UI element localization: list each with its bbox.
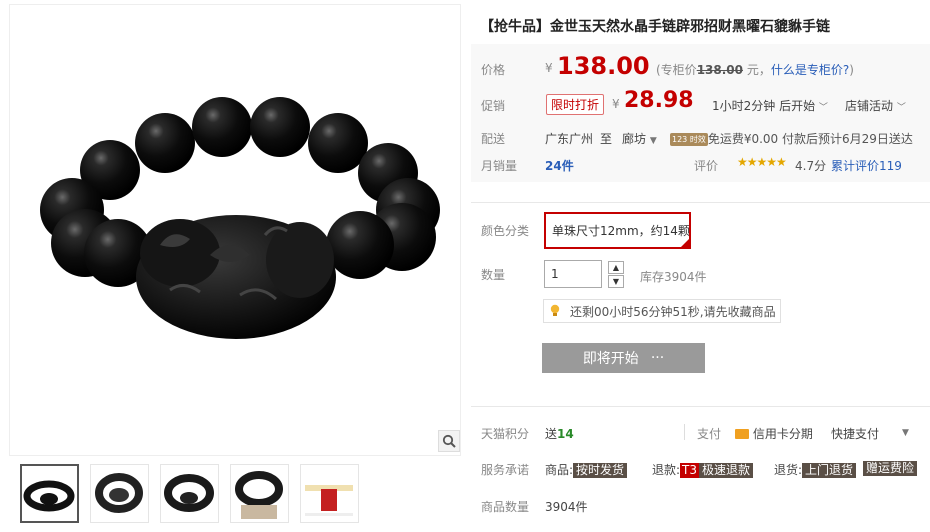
service-item-return[interactable]: 退货: 上门退货 (774, 461, 857, 478)
credit-installment-option[interactable]: 信用卡分期 (735, 425, 813, 442)
payment-label: 支付 (697, 427, 722, 441)
section-divider (471, 202, 930, 203)
promo-currency: ¥ (612, 97, 620, 111)
color-option-selected[interactable]: 单珠尺寸12mm，约14颗 (544, 212, 691, 249)
caret-down-icon[interactable]: ▼ (902, 428, 909, 438)
favorite-tip: 还剩00小时56分钟51秒,请先收藏商品 (543, 299, 781, 323)
rating-stars-icon: ★★★★★ (737, 155, 787, 169)
cumulative-reviews-link[interactable]: 累计评价119 (831, 157, 902, 174)
thumbnail-1[interactable] (20, 464, 79, 523)
countdown-tip-text: 还剩00小时56分钟51秒,请先收藏商品 (570, 304, 776, 319)
service-promise-label: 服务承诺 (481, 463, 530, 477)
price-note: (专柜价138.00 元，什么是专柜价?) (656, 63, 854, 77)
bracelet-image (40, 97, 440, 339)
tmall-points-value: 送14 (545, 427, 574, 441)
color-option-text: 单珠尺寸12mm，约14颗 (552, 224, 690, 238)
shipping-label: 配送 (481, 132, 506, 146)
thumbnail-2[interactable] (90, 464, 149, 523)
delivery-123-badge: 123 时效 (670, 133, 708, 146)
thumbnail-4[interactable] (230, 464, 289, 523)
shop-activity-dropdown[interactable]: 店铺活动 ﹀ (845, 97, 906, 114)
promo-label: 促销 (481, 99, 506, 113)
thumbnail-strip (20, 464, 359, 523)
tmall-points-label: 天猫积分 (481, 427, 530, 441)
product-quantity-label: 商品数量 (481, 500, 530, 514)
ship-to-dropdown[interactable]: 廊坊 ▼ (622, 130, 657, 147)
shipping-info: 123 时效 免运费¥0.00 付款后预计6月29日送达 (670, 132, 913, 146)
quantity-input[interactable]: 1 (544, 260, 602, 288)
main-product-image[interactable] (9, 4, 461, 456)
service-item-fast-refund[interactable]: 退款: T3 极速退款 (652, 461, 754, 478)
chevron-down-icon: ﹀ (818, 103, 828, 113)
color-label: 颜色分类 (481, 224, 530, 238)
rating-label: 评价 (694, 159, 719, 173)
product-title: 【抢牛品】金世玉天然水晶手链辟邪招财黑曜石貔貅手链 (480, 19, 830, 35)
what-is-msrp-link[interactable]: 什么是专柜价? (771, 63, 849, 77)
zoom-icon[interactable] (438, 430, 460, 452)
thumbnail-3[interactable] (160, 464, 219, 523)
vertical-divider (684, 424, 685, 440)
ship-to-word: 至 (600, 132, 613, 146)
ship-from: 广东广州 (545, 132, 594, 146)
caret-down-icon: ▼ (649, 136, 657, 146)
selected-corner-icon (680, 238, 689, 247)
quantity-label: 数量 (481, 268, 506, 282)
rating-score: 4.7分 (795, 159, 827, 173)
service-item-ontime[interactable]: 商品: 按时发货 (545, 461, 628, 478)
monthly-sales-count: 24件 (545, 159, 574, 173)
promo-countdown[interactable]: 1小时2分钟 后开始 ﹀ (712, 97, 828, 114)
limited-discount-badge: 限时打折 (546, 94, 605, 115)
quantity-increment-button[interactable]: ▲ (608, 261, 624, 274)
thumbnail-5[interactable] (300, 464, 359, 523)
price-label: 价格 (481, 63, 506, 77)
quantity-decrement-button[interactable]: ▼ (608, 275, 624, 288)
price-currency: ¥ (545, 61, 553, 75)
promo-price: 28.98 (624, 88, 694, 113)
credit-card-icon (735, 429, 749, 439)
quick-pay-option[interactable]: 快捷支付 (831, 425, 879, 442)
lightbulb-icon (544, 300, 566, 322)
section-divider (471, 406, 930, 407)
chevron-down-icon: ﹀ (896, 103, 906, 113)
monthly-sales-label: 月销量 (481, 159, 518, 173)
coming-soon-button[interactable]: 即将开始 ··· (542, 343, 705, 373)
product-quantity-value: 3904件 (545, 500, 588, 514)
stock-text: 库存3904件 (640, 270, 707, 284)
service-item-insurance[interactable]: 赠运费险 (863, 461, 918, 476)
price-value: 138.00 (557, 52, 650, 80)
